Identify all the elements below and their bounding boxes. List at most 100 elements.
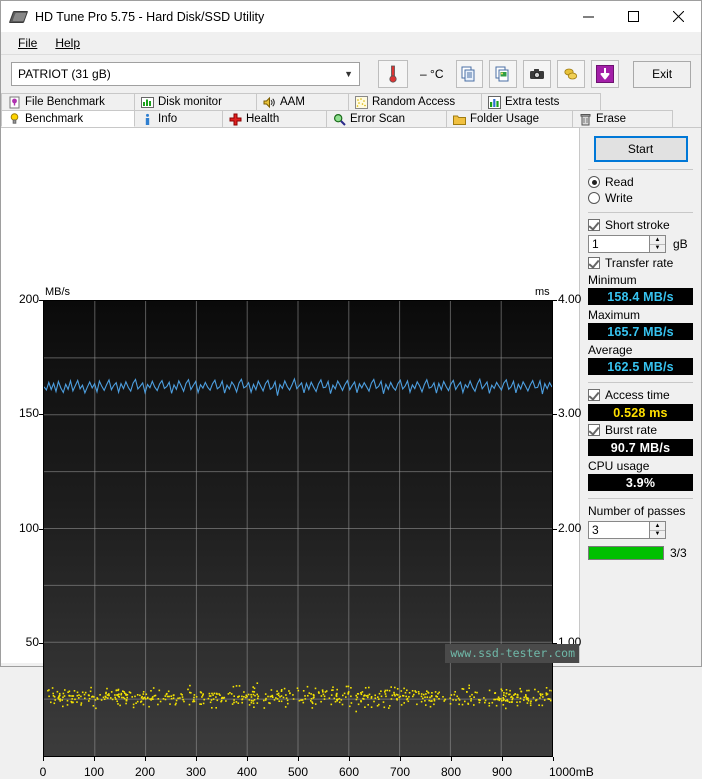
- cpu-usage-label: CPU usage: [588, 459, 693, 473]
- file-benchmark-icon: [8, 96, 21, 109]
- x-tick: 400: [227, 765, 267, 779]
- checkbox-transfer-rate-label: Transfer rate: [605, 256, 673, 270]
- maximize-button[interactable]: [611, 1, 656, 32]
- tab-extra-tests[interactable]: Extra tests: [482, 93, 601, 110]
- x-tick-mark: [400, 757, 401, 761]
- benchmark-controls: Start Read Write Short stroke 1 ▲ ▼: [579, 128, 701, 663]
- checkbox-burst-rate[interactable]: Burst rate: [588, 423, 693, 437]
- tab-random-access[interactable]: Random Access: [349, 93, 482, 110]
- benchmark-chart: MB/s ms 20015010050 4.003.002.001.00 010…: [1, 128, 579, 663]
- start-button[interactable]: Start: [594, 136, 688, 162]
- short-stroke-unit: gB: [673, 237, 688, 251]
- tab-row-bottom: Benchmark Info Health Error Scan Folder Usag…: [1, 110, 701, 127]
- x-tick-mark: [298, 757, 299, 761]
- copy-image-icon[interactable]: [489, 60, 517, 88]
- drive-select[interactable]: PATRIOT (31 gB) ▼: [11, 62, 360, 86]
- tab-label: Info: [158, 113, 177, 125]
- checkbox-access-time[interactable]: Access time: [588, 388, 693, 402]
- maximum-label: Maximum: [588, 308, 693, 322]
- y-tick-right: 3.00: [558, 406, 598, 420]
- tab-label: Erase: [596, 113, 626, 125]
- divider: [588, 382, 693, 383]
- checkbox-transfer-rate[interactable]: Transfer rate: [588, 256, 693, 270]
- tab-folder-usage[interactable]: Folder Usage: [447, 110, 573, 127]
- menu-help[interactable]: Help: [46, 34, 89, 52]
- burst-rate-value: 90.7 MB/s: [588, 439, 693, 456]
- x-tick-mark: [451, 757, 452, 761]
- tab-bar: File BenchmarkDisk monitor AAM Random Acce…: [1, 93, 701, 127]
- radio-write-icon: [588, 192, 600, 204]
- menu-file[interactable]: File: [9, 34, 46, 52]
- passes-stepper[interactable]: 3 ▲ ▼: [588, 521, 693, 539]
- x-tick-mark: [196, 757, 197, 761]
- tab-label: Health: [246, 113, 279, 125]
- tab-disk-monitor[interactable]: Disk monitor: [135, 93, 257, 110]
- toolbar: PATRIOT (31 gB) ▼ – °C: [1, 55, 701, 93]
- y-tick-mark: [553, 300, 557, 301]
- temperature-value: – °C: [420, 67, 443, 81]
- tab-health[interactable]: Health: [223, 110, 327, 127]
- folder-coins-icon[interactable]: [557, 60, 585, 88]
- progress-text: 3/3: [670, 546, 687, 560]
- cpu-usage-value: 3.9%: [588, 474, 693, 491]
- tab-label: Folder Usage: [470, 113, 539, 125]
- y-tick-mark: [39, 414, 43, 415]
- exit-button[interactable]: Exit: [633, 61, 691, 88]
- checkbox-access-time-label: Access time: [605, 388, 670, 402]
- close-button[interactable]: [656, 1, 701, 32]
- checkbox-transfer-rate-icon: [588, 257, 600, 269]
- y-tick-mark: [39, 529, 43, 530]
- tab-label: AAM: [280, 96, 305, 108]
- tab-error-scan[interactable]: Error Scan: [327, 110, 447, 127]
- title-bar: HD Tune Pro 5.75 - Hard Disk/SSD Utility: [1, 1, 701, 32]
- x-tick-mark: [349, 757, 350, 761]
- thermometer-icon: [378, 60, 408, 88]
- radio-read[interactable]: Read: [588, 175, 693, 189]
- radio-write[interactable]: Write: [588, 191, 693, 205]
- passes-spin-buttons[interactable]: ▲ ▼: [650, 521, 666, 539]
- y-tick-left: 100: [5, 521, 39, 535]
- average-label: Average: [588, 343, 693, 357]
- spin-up-icon[interactable]: ▲: [650, 522, 665, 531]
- x-tick: 300: [176, 765, 216, 779]
- x-tick: 200: [125, 765, 165, 779]
- spin-down-icon[interactable]: ▼: [650, 531, 665, 539]
- content-area: MB/s ms 20015010050 4.003.002.001.00 010…: [1, 127, 701, 663]
- y-tick-left: 150: [5, 406, 39, 420]
- minimum-label: Minimum: [588, 273, 693, 287]
- short-stroke-stepper[interactable]: 1 ▲ ▼ gB: [588, 235, 693, 253]
- radio-read-icon: [588, 176, 600, 188]
- copy-icon[interactable]: [456, 60, 484, 88]
- exit-button-label: Exit: [652, 67, 672, 81]
- download-arrow-icon[interactable]: [591, 60, 619, 88]
- tab-file-benchmark[interactable]: File Benchmark: [1, 93, 135, 110]
- aam-speaker-icon: [263, 96, 276, 109]
- y-tick-left: 50: [5, 635, 39, 649]
- checkbox-burst-rate-icon: [588, 424, 600, 436]
- tab-benchmark[interactable]: Benchmark: [1, 110, 135, 127]
- minimize-button[interactable]: [566, 1, 611, 32]
- short-stroke-input[interactable]: 1: [588, 235, 650, 253]
- short-stroke-spin-buttons[interactable]: ▲ ▼: [650, 235, 666, 253]
- spin-down-icon[interactable]: ▼: [650, 245, 665, 253]
- screenshot-camera-icon[interactable]: [523, 60, 551, 88]
- start-button-label: Start: [628, 142, 653, 156]
- window-controls: [566, 1, 701, 32]
- tab-aam[interactable]: AAM: [257, 93, 349, 110]
- health-cross-icon: [229, 113, 242, 126]
- tab-erase[interactable]: Erase: [573, 110, 673, 127]
- folder-usage-icon: [453, 113, 466, 126]
- spin-up-icon[interactable]: ▲: [650, 236, 665, 245]
- tab-label: Error Scan: [350, 113, 405, 125]
- erase-trash-icon: [579, 113, 592, 126]
- tab-row-top: File BenchmarkDisk monitor AAM Random Acce…: [1, 93, 701, 110]
- x-tick-mark: [247, 757, 248, 761]
- disk-monitor-icon: [141, 96, 154, 109]
- benchmark-bulb-icon: [8, 112, 21, 125]
- random-access-icon: [355, 96, 368, 109]
- x-tick: 600: [329, 765, 369, 779]
- checkbox-short-stroke[interactable]: Short stroke: [588, 218, 693, 232]
- x-tick: 700: [380, 765, 420, 779]
- y-tick-right: 4.00: [558, 292, 598, 306]
- tab-info[interactable]: Info: [135, 110, 223, 127]
